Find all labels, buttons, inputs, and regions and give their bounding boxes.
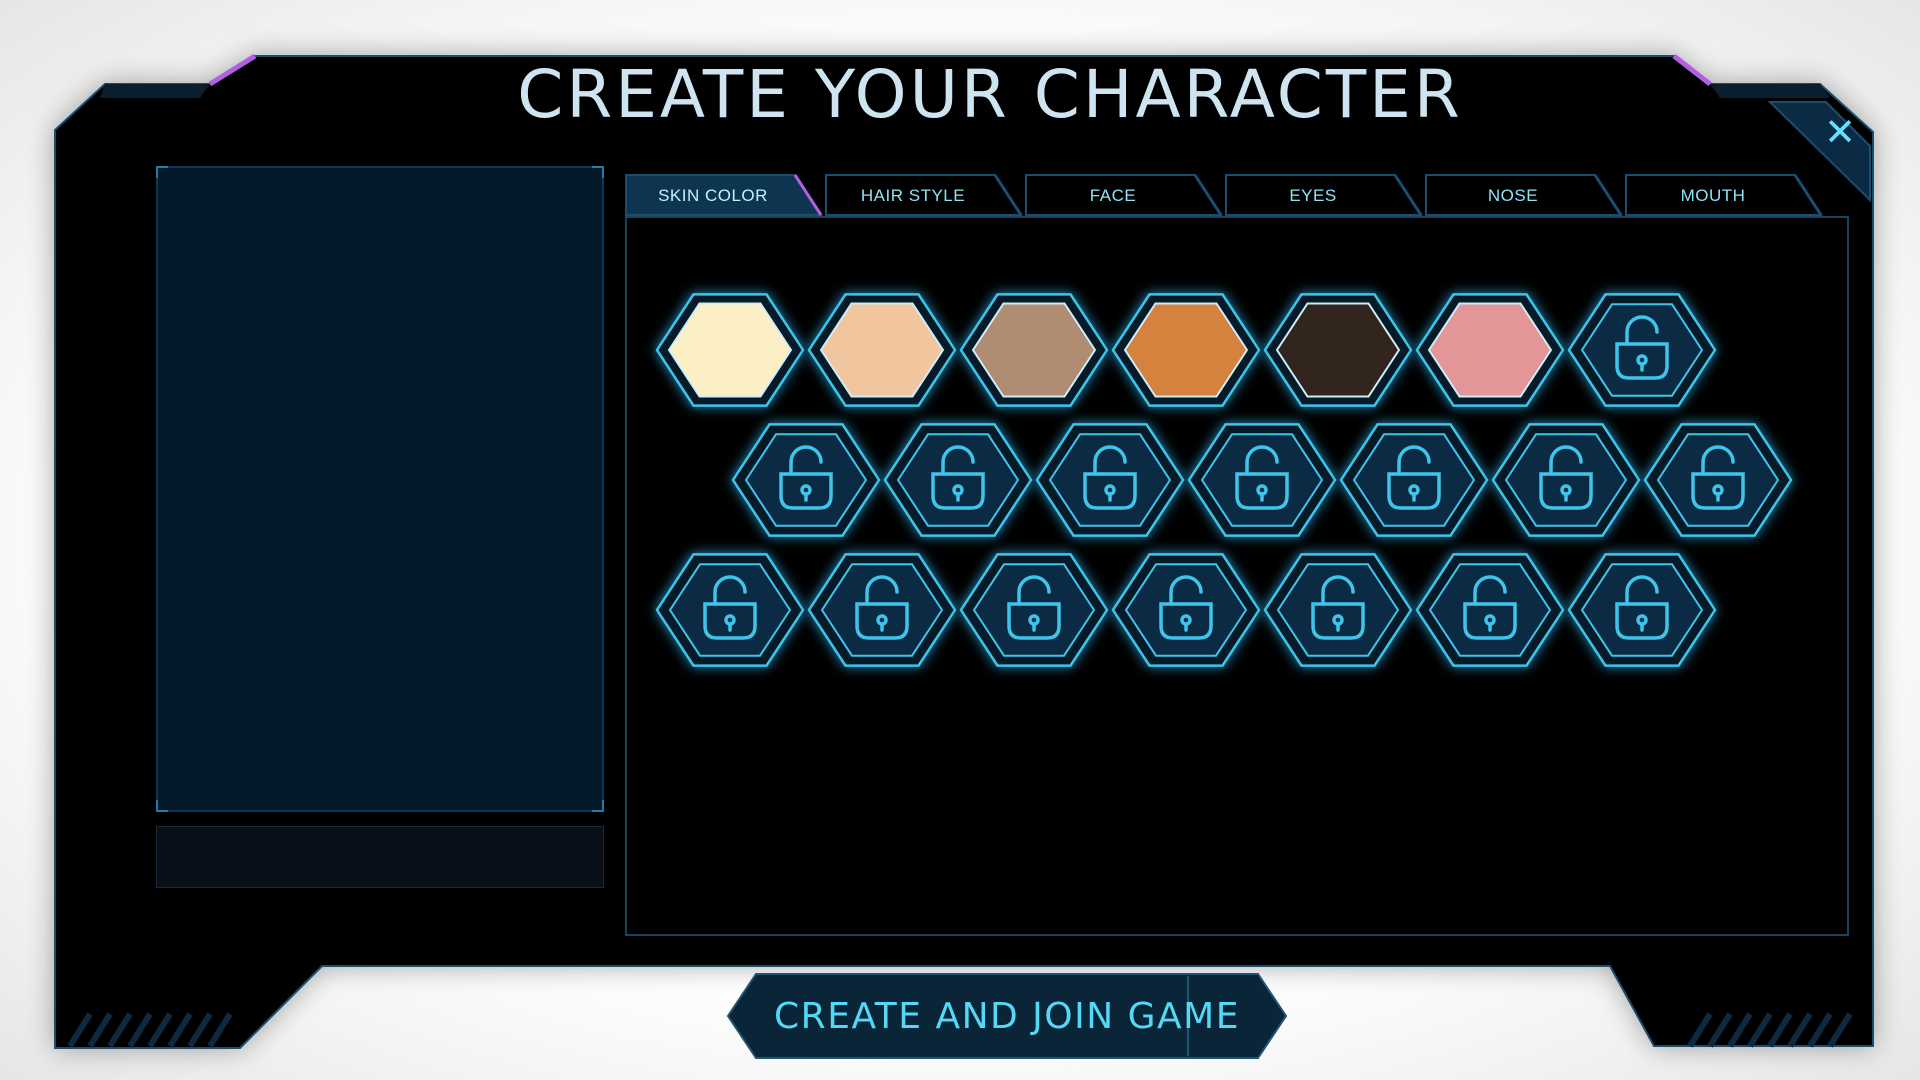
tab-label: HAIR STYLE [860, 186, 966, 205]
tab-label: FACE [1089, 186, 1137, 205]
locked-slot[interactable] [1491, 412, 1641, 548]
locked-slot[interactable] [655, 542, 805, 678]
tab-label: SKIN COLOR [658, 186, 768, 205]
close-icon[interactable]: ✕ [1820, 112, 1860, 152]
page-title: CREATE YOUR CHARACTER [517, 56, 1463, 133]
skin-color-swatch[interactable] [959, 282, 1109, 418]
locked-slot[interactable] [1187, 412, 1337, 548]
locked-slot[interactable] [807, 542, 957, 678]
locked-slot[interactable] [1263, 542, 1413, 678]
tab-mouth[interactable]: MOUTH [1625, 174, 1825, 216]
skin-color-swatch[interactable] [1415, 282, 1565, 418]
tab-label: MOUTH [1680, 186, 1746, 205]
skin-color-swatch[interactable] [1263, 282, 1413, 418]
tab-skin-color[interactable]: SKIN COLOR [625, 174, 825, 216]
locked-slot[interactable] [1567, 542, 1717, 678]
locked-slot[interactable] [731, 412, 881, 548]
locked-slot[interactable] [1111, 542, 1261, 678]
create-and-join-label: CREATE AND JOIN GAME [774, 996, 1240, 1037]
character-name-bar [156, 826, 604, 888]
locked-slot[interactable] [959, 542, 1109, 678]
locked-slot[interactable] [1339, 412, 1489, 548]
tab-label: EYES [1289, 186, 1337, 205]
locked-slot[interactable] [1567, 282, 1717, 418]
tab-face[interactable]: FACE [1025, 174, 1225, 216]
locked-slot[interactable] [1415, 542, 1565, 678]
skin-color-swatch[interactable] [807, 282, 957, 418]
skin-color-swatch[interactable] [655, 282, 805, 418]
character-preview [156, 166, 604, 812]
create-and-join-button[interactable]: CREATE AND JOIN GAME [726, 972, 1288, 1060]
tab-hair-style[interactable]: HAIR STYLE [825, 174, 1025, 216]
skin-color-swatch[interactable] [1111, 282, 1261, 418]
locked-slot[interactable] [1035, 412, 1185, 548]
tab-nose[interactable]: NOSE [1425, 174, 1625, 216]
tab-eyes[interactable]: EYES [1225, 174, 1425, 216]
locked-slot[interactable] [883, 412, 1033, 548]
tab-label: NOSE [1487, 186, 1539, 205]
locked-slot[interactable] [1643, 412, 1793, 548]
